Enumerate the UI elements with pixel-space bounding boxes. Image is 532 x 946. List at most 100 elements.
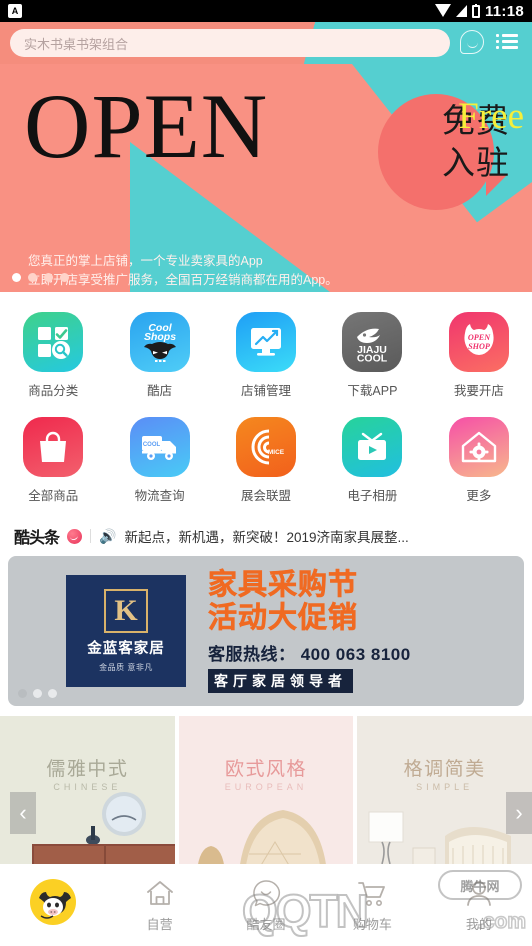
shortcut-all-products[interactable]: 全部商品 [0, 409, 106, 514]
more-house-gear-icon [448, 417, 509, 477]
wifi-icon [434, 3, 451, 17]
shortcut-label: 酷店 [147, 384, 173, 398]
style-carousel: 儒雅中式 CHINESE ‹ 欧式风格 EUROPEAN 格调简美 SIMPLE… [0, 716, 532, 872]
free-join-label-line2: 入驻 [442, 144, 510, 181]
status-bar: A 11:18 [0, 0, 532, 22]
promo-dot[interactable] [48, 689, 57, 698]
shortcut-logistics[interactable]: COOL 物流查询 [106, 409, 212, 514]
hero-dot[interactable] [12, 273, 21, 282]
promo-brand-logo: K 金蓝客家居 金品质 意非凡 [66, 575, 186, 687]
shortcut-shop-manage[interactable]: 店铺管理 [213, 304, 319, 409]
shortcut-label: 全部商品 [28, 489, 79, 503]
promo-logo-slogan: 金品质 意非凡 [99, 663, 153, 672]
shortcut-label: 店铺管理 [241, 384, 292, 398]
promo-logo-mark: K [104, 589, 148, 633]
svg-text:SHOP: SHOP [468, 342, 491, 351]
speaker-icon: 🔊 [99, 527, 117, 544]
shortcut-download-app[interactable]: JIAJU COOL 下载APP [319, 304, 425, 409]
cow-mascot-icon [30, 879, 77, 925]
shopping-cart-icon [358, 881, 386, 906]
shortcut-label: 更多 [466, 489, 492, 503]
status-bar-right: 11:18 [434, 3, 524, 20]
ticker-divider [90, 529, 92, 543]
hero-dot[interactable] [60, 273, 69, 282]
signal-icon [455, 5, 467, 17]
hero-dot[interactable] [44, 273, 53, 282]
promo-banner[interactable]: K 金蓝客家居 金品质 意非凡 家具采购节 活动大促销 客服热线： 400 06… [8, 556, 524, 706]
promo-hotline: 客服热线： 400 063 8100 [208, 644, 411, 664]
tab-label: 购物车 [352, 916, 392, 932]
promo-headline-1: 家具采购节 [208, 569, 359, 602]
ticker-text[interactable]: 新起点，新机遇，新突破！2019济南家具展整... [124, 526, 408, 546]
svg-text:COOL: COOL [142, 442, 160, 448]
style-card[interactable]: 欧式风格 EUROPEAN [178, 716, 354, 872]
promo-logo-name: 金蓝客家居 [87, 641, 165, 657]
hero-dot[interactable] [28, 273, 37, 282]
promo-carousel-dots[interactable] [18, 689, 57, 698]
home-icon [146, 880, 173, 905]
tab-label: 我的 [465, 916, 492, 932]
carousel-prev-button[interactable]: ‹ [10, 792, 36, 834]
smiley-circle-icon [253, 879, 281, 906]
expo-mice-icon: MICE [236, 417, 297, 477]
search-input[interactable]: 实木书桌书架组合 [10, 29, 450, 57]
tab-shopping-cart[interactable]: 购物车 [319, 878, 425, 933]
cool-shops-bull-icon: Cool Shops [129, 312, 190, 372]
shortcut-photo-album[interactable]: 电子相册 [319, 409, 425, 514]
tab-label: 自营 [146, 916, 173, 932]
shortcut-open-shop[interactable]: OPEN SHOP 我要开店 [426, 304, 532, 409]
hero-banner[interactable]: OPEN 您真正的掌上店铺，一个专业卖家具的App 立即开店享受推广服务，全国百… [0, 64, 532, 292]
ticker-brand: 酷头条 [14, 530, 60, 547]
list-menu-icon[interactable] [496, 30, 522, 56]
shortcut-grid-row: 商品分类 Cool Shops 酷店 店铺管理 JIAJU COOL 下载APP… [0, 304, 532, 409]
hero-title: OPEN [24, 75, 269, 177]
shortcut-more[interactable]: 更多 [426, 409, 532, 514]
shortcut-expo-alliance[interactable]: MICE 展会联盟 [213, 409, 319, 514]
style-card-title: 欧式风格 [225, 759, 308, 780]
smiley-face-icon[interactable] [460, 30, 486, 56]
carousel-next-button[interactable]: › [506, 792, 532, 834]
bottom-tab-bar: 自营 酷友圈 购物车 我的 [0, 864, 532, 946]
battery-icon [471, 3, 480, 18]
promo-tagline: 客厅家居领导者 [208, 668, 353, 693]
hero-new-product-text: New product [20, 288, 254, 293]
shortcut-label: 展会联盟 [241, 489, 292, 503]
shortcut-cool-shops[interactable]: Cool Shops 酷店 [106, 304, 212, 409]
shortcut-category[interactable]: 商品分类 [0, 304, 106, 409]
headline-ticker[interactable]: 酷头条 🔊 新起点，新机遇，新突破！2019济南家具展整... [0, 520, 532, 556]
promo-dot[interactable] [18, 689, 27, 698]
tab-home-mascot[interactable] [0, 879, 106, 931]
open-shop-icon: OPEN SHOP [448, 312, 509, 372]
video-album-icon [342, 417, 403, 477]
tab-cool-friends[interactable]: 酷友圈 [213, 878, 319, 933]
app-root: A 11:18 实木书桌书架组合 OPEN 您真正的掌上店铺，一个专业卖家具的A… [0, 0, 532, 946]
shopping-bag-icon [23, 417, 84, 477]
svg-text:MICE: MICE [268, 449, 285, 456]
hero-subtitle-line1: 您真正的掌上店铺，一个专业卖家具的App [28, 254, 263, 268]
tab-label: 酷友圈 [246, 916, 286, 932]
tab-profile[interactable]: 我的 [426, 878, 532, 933]
search-placeholder-text: 实木书桌书架组合 [24, 36, 129, 52]
promo-dot[interactable] [33, 689, 42, 698]
style-card-title: 儒雅中式 [46, 759, 129, 780]
status-bar-left: A [8, 4, 435, 18]
tab-self-operated[interactable]: 自营 [106, 878, 212, 933]
shortcut-label: 物流查询 [134, 489, 185, 503]
style-card[interactable]: 格调简美 SIMPLE › [357, 716, 532, 872]
svg-text:OPEN: OPEN [468, 333, 491, 342]
hero-carousel-dots[interactable] [12, 273, 69, 282]
user-profile-icon [466, 880, 491, 906]
red-smile-badge-icon [67, 528, 83, 544]
style-card[interactable]: 儒雅中式 CHINESE ‹ [0, 716, 175, 872]
shortcut-label: 电子相册 [347, 489, 398, 503]
svg-text:COOL: COOL [357, 353, 388, 365]
promo-banner-wrapper: K 金蓝客家居 金品质 意非凡 家具采购节 活动大促销 客服热线： 400 06… [0, 556, 532, 706]
category-grid-icon [23, 312, 84, 372]
shortcut-label: 我要开店 [453, 384, 504, 398]
promo-headline-2: 活动大促销 [208, 601, 359, 634]
delivery-truck-icon: COOL [129, 417, 190, 477]
shortcut-grid-row: 全部商品 COOL 物流查询 MICE 展会联盟 电子相册 更多 [0, 409, 532, 514]
free-english-label: Free [458, 96, 524, 137]
app-header: 实木书桌书架组合 [0, 22, 532, 64]
promo-copy: 家具采购节 活动大促销 客服热线： 400 063 8100 客厅家居领导者 [208, 569, 411, 693]
